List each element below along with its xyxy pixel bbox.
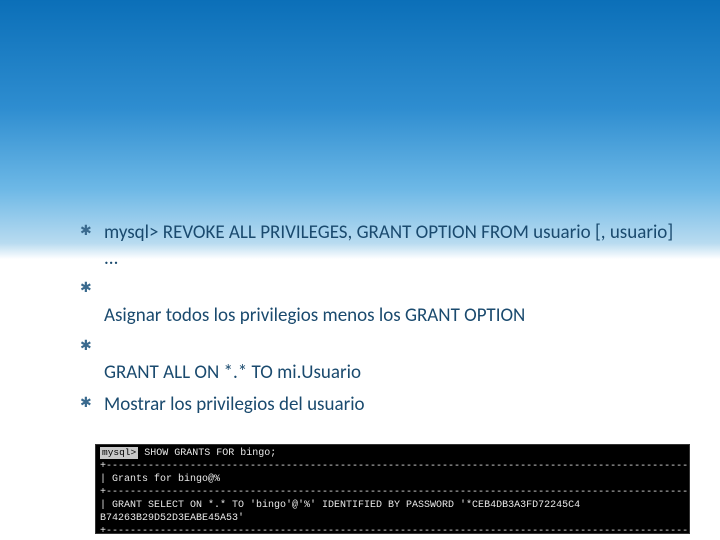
terminal-sep: +---------------------------------------… <box>100 487 690 498</box>
terminal-command: SHOW GRANTS FOR bingo; <box>138 448 276 459</box>
list-item: Mostrar los privilegios del usuario <box>80 392 680 418</box>
terminal-header: | Grants for bingo@% | <box>100 474 690 485</box>
terminal-output: mysql> SHOW GRANTS FOR bingo; +---------… <box>95 444 690 534</box>
terminal-sep: +---------------------------------------… <box>100 526 690 534</box>
slide: mysql> REVOKE ALL PRIVILEGES, GRANT OPTI… <box>0 0 720 540</box>
terminal-row: | GRANT SELECT ON *.* TO 'bingo'@'%' IDE… <box>100 500 690 524</box>
list-item: mysql> REVOKE ALL PRIVILEGES, GRANT OPTI… <box>80 220 680 271</box>
bullet-text: Mostrar los privilegios del usuario <box>104 393 365 416</box>
bullet-text: mysql> REVOKE ALL PRIVILEGES, GRANT OPTI… <box>104 221 673 270</box>
terminal-sep: +---------------------------------------… <box>100 461 690 472</box>
bullet-text: GRANT ALL ON *.* TO mi.Usuario <box>104 361 361 384</box>
bullet-list: mysql> REVOKE ALL PRIVILEGES, GRANT OPTI… <box>80 220 680 417</box>
list-item: Asignar todos los privilegios menos los … <box>80 277 680 328</box>
bullet-text: Asignar todos los privilegios menos los … <box>104 304 525 327</box>
content-area: mysql> REVOKE ALL PRIVILEGES, GRANT OPTI… <box>80 220 680 423</box>
list-item: GRANT ALL ON *.* TO mi.Usuario <box>80 335 680 386</box>
terminal-prompt: mysql> <box>100 447 138 459</box>
